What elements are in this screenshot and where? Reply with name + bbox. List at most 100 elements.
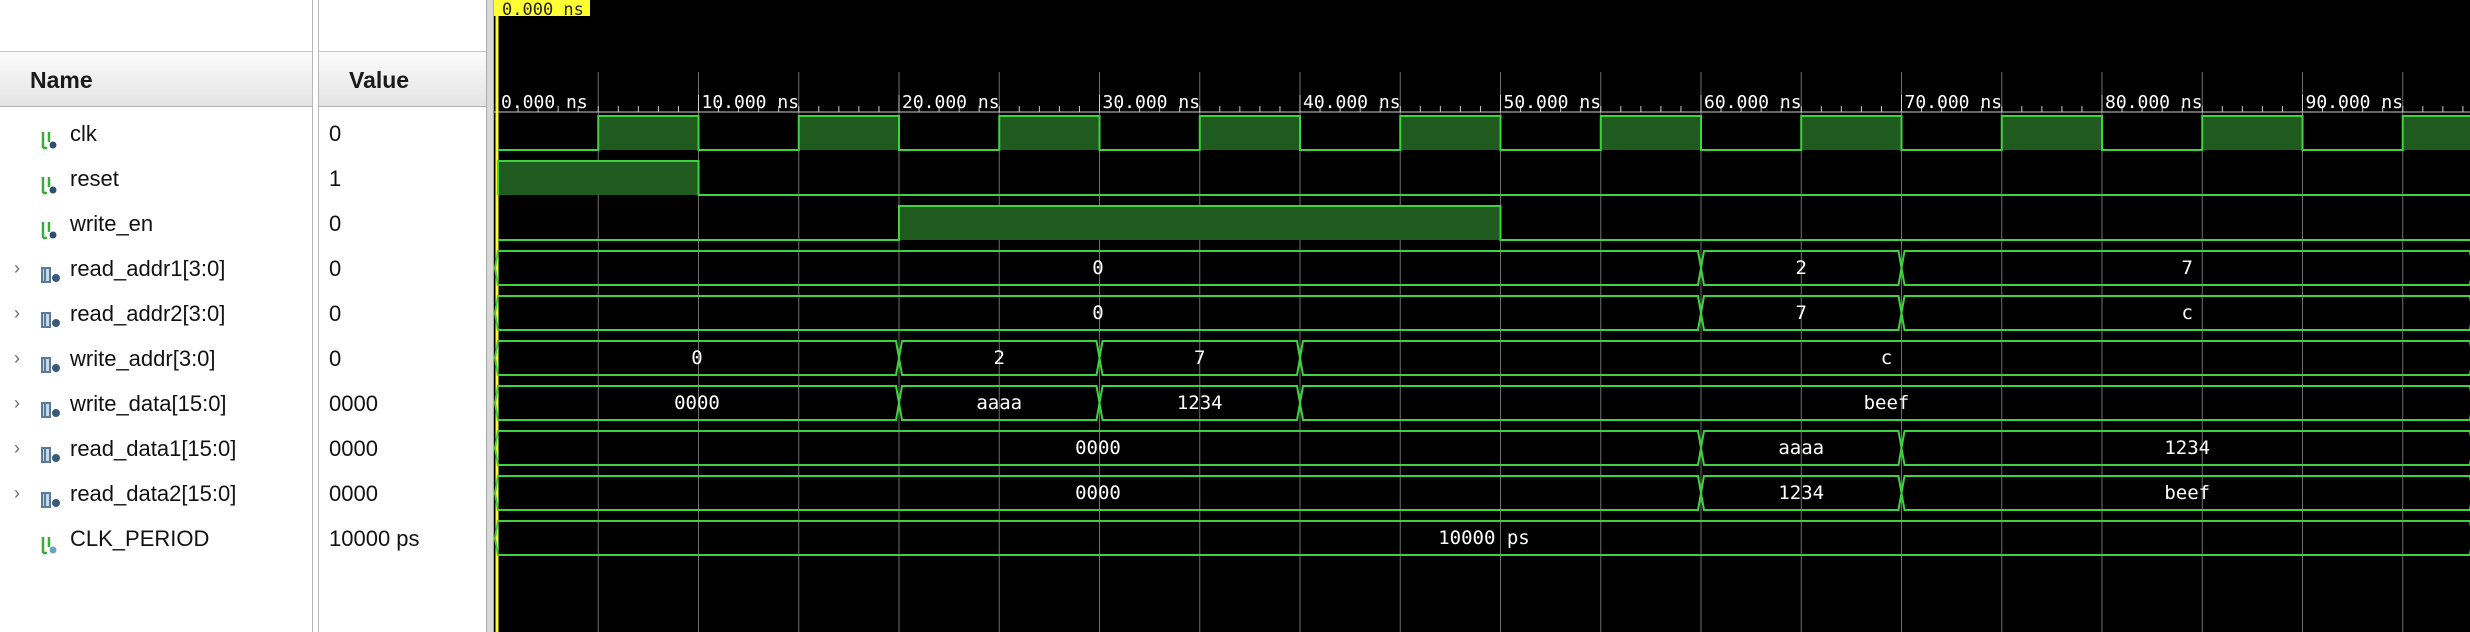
value-row-clk-period[interactable]: 10000 ps: [319, 516, 487, 561]
bus-value-label: 0000: [1075, 482, 1121, 504]
signal-row-read-addr1[interactable]: › read_addr1[3:0]: [0, 246, 312, 291]
high-level-fill: [2001, 116, 2102, 150]
signal-value: 10000 ps: [329, 526, 420, 551]
expand-chevron-icon[interactable]: ›: [14, 426, 30, 471]
expand-chevron-icon[interactable]: ›: [14, 291, 30, 336]
signal-value: 0: [329, 121, 342, 146]
high-level-fill: [999, 116, 1100, 150]
signal-name: read_addr1[3:0]: [70, 256, 226, 281]
ruler-tick-label: 30.000 ns: [1103, 92, 1201, 113]
signal-panel: Name clk reset write_en › read_addr1[3:0] › re…: [0, 0, 487, 632]
bus-value-label: 2: [994, 347, 1005, 369]
signal-value: 0000: [329, 481, 378, 506]
signal-name: CLK_PERIOD: [70, 526, 210, 551]
ruler-tick-label: 0.000 ns: [501, 92, 588, 113]
bus-value-label: 0000: [1075, 437, 1121, 459]
signal-row-write-data[interactable]: › write_data[15:0]: [0, 381, 312, 426]
signal-name: write_data[15:0]: [70, 391, 227, 416]
bus-value-label: aaaa: [1778, 437, 1824, 459]
value-row-reset[interactable]: 1: [319, 156, 487, 201]
high-level-fill: [1400, 116, 1501, 150]
ruler-tick-label: 40.000 ns: [1303, 92, 1401, 113]
name-column: Name clk reset write_en › read_addr1[3:0] › re…: [0, 0, 313, 632]
signal-value: 0000: [329, 436, 378, 461]
bus-value-label: 1234: [1177, 392, 1223, 414]
bus-value-label: 7: [2181, 257, 2192, 279]
signal-row-clk-period[interactable]: CLK_PERIOD: [0, 516, 312, 561]
bit-signal-icon: [40, 122, 66, 150]
cursor-time-label: 0.000 ns: [494, 0, 590, 16]
value-row-write-addr[interactable]: 0: [319, 336, 487, 381]
expand-chevron-icon[interactable]: ›: [14, 471, 30, 516]
bus-value-label: 0000: [674, 392, 720, 414]
signal-row-read-data1[interactable]: › read_data1[15:0]: [0, 426, 312, 471]
value-row-read-addr2[interactable]: 0: [319, 291, 487, 336]
value-column-header[interactable]: Value: [319, 51, 487, 107]
bus-signal-icon: [40, 482, 66, 508]
expand-chevron-icon[interactable]: ›: [14, 336, 30, 381]
ruler-tick-label: 60.000 ns: [1704, 92, 1802, 113]
ruler-tick-label: 90.000 ns: [2306, 92, 2404, 113]
signal-row-read-addr2[interactable]: › read_addr2[3:0]: [0, 291, 312, 336]
signal-name: clk: [70, 121, 97, 146]
value-row-write-data[interactable]: 0000: [319, 381, 487, 426]
signal-row-write-en[interactable]: write_en: [0, 201, 312, 246]
parameter-icon: [40, 527, 66, 555]
high-level-fill: [1600, 116, 1701, 150]
ruler-tick-label: 10.000 ns: [702, 92, 800, 113]
signal-name: write_addr[3:0]: [70, 346, 216, 371]
bus-value-label: 1234: [1778, 482, 1824, 504]
signal-row-clk[interactable]: clk: [0, 111, 312, 156]
expand-chevron-icon[interactable]: ›: [14, 246, 30, 291]
bus-signal-icon: [40, 437, 66, 463]
bus-value-label: beef: [2164, 482, 2210, 504]
signal-row-write-addr[interactable]: › write_addr[3:0]: [0, 336, 312, 381]
bus-value-label: 0: [1092, 257, 1103, 279]
signal-value: 0: [329, 346, 342, 371]
bus-value-label: c: [2181, 302, 2192, 324]
signal-name: write_en: [70, 211, 154, 236]
signal-row-read-data2[interactable]: › read_data2[15:0]: [0, 471, 312, 516]
ruler-tick-label: 80.000 ns: [2105, 92, 2203, 113]
bus-value-label: c: [1881, 347, 1892, 369]
ruler-tick-label: 70.000 ns: [1905, 92, 2003, 113]
signal-name: read_data1[15:0]: [70, 436, 237, 461]
signal-value: 0: [329, 211, 342, 236]
bus-signal-icon: [40, 392, 66, 418]
high-level-fill: [2402, 116, 2470, 150]
value-row-read-data1[interactable]: 0000: [319, 426, 487, 471]
signal-row-reset[interactable]: reset: [0, 156, 312, 201]
bus-value-label: 0: [1092, 302, 1103, 324]
value-row-clk[interactable]: 0: [319, 111, 487, 156]
signal-trace-reset: [497, 160, 2470, 196]
value-row-read-addr1[interactable]: 0: [319, 246, 487, 291]
signal-value: 0: [329, 256, 342, 281]
ruler-tick-label: 20.000 ns: [902, 92, 1000, 113]
bus-value-label: 0: [691, 347, 702, 369]
waveform-area[interactable]: 0.000 ns 10.000 ns 20.000 ns 30.000 ns 40.00…: [494, 0, 2470, 632]
value-row-write-en[interactable]: 0: [319, 201, 487, 246]
bus-value-label: 7: [1194, 347, 1205, 369]
bus-value-label: aaaa: [976, 392, 1022, 414]
high-level-fill: [1199, 116, 1300, 150]
high-level-fill: [1801, 116, 1902, 150]
name-column-header[interactable]: Name: [0, 51, 312, 107]
signal-value: 1: [329, 166, 342, 191]
panel-splitter[interactable]: [486, 0, 494, 632]
high-level-fill: [498, 161, 699, 195]
value-column: Value 0 1 0 0 0 0 0000 0000 0000 10000 ps: [318, 0, 487, 632]
high-level-fill: [2202, 116, 2303, 150]
bus-value-label: 7: [1796, 302, 1807, 324]
waveform-canvas[interactable]: 0.000 ns 10.000 ns 20.000 ns 30.000 ns 40.00…: [494, 0, 2470, 632]
bus-value-label: beef: [1864, 392, 1910, 414]
expand-chevron-icon[interactable]: ›: [14, 381, 30, 426]
bus-value-label: 2: [1796, 257, 1807, 279]
signal-name: reset: [70, 166, 119, 191]
high-level-fill: [899, 206, 1501, 240]
signal-value: 0000: [329, 391, 378, 416]
bit-signal-icon: [40, 212, 66, 240]
value-row-read-data2[interactable]: 0000: [319, 471, 487, 516]
signal-name: read_addr2[3:0]: [70, 301, 226, 326]
high-level-fill: [798, 116, 899, 150]
ruler-tick-label: 50.000 ns: [1504, 92, 1602, 113]
